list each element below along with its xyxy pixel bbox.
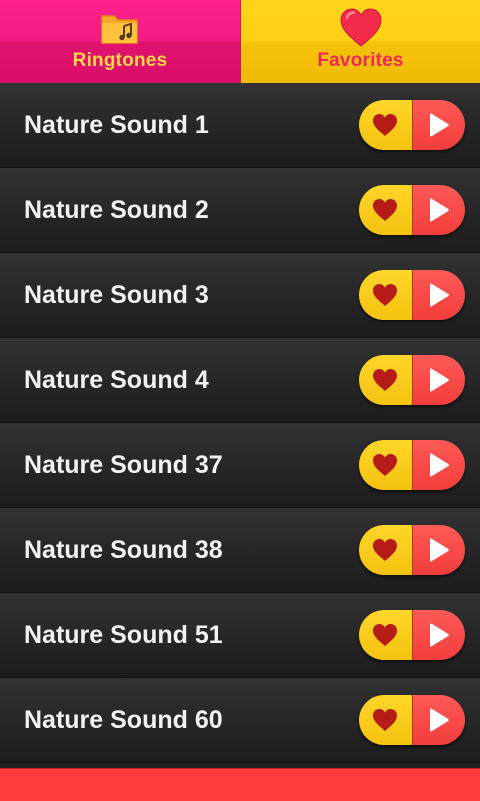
favorite-button[interactable] <box>359 185 413 235</box>
favorite-button[interactable] <box>359 270 413 320</box>
play-icon <box>429 538 449 562</box>
heart-icon <box>373 199 398 221</box>
list-item[interactable]: Nature Sound 2 <box>0 168 480 253</box>
play-icon <box>429 453 449 477</box>
play-button[interactable] <box>412 440 465 490</box>
heart-icon <box>373 369 398 391</box>
play-icon <box>429 113 449 137</box>
list-item[interactable]: Nature Sound 38 <box>0 508 480 593</box>
favorite-button[interactable] <box>359 355 413 405</box>
ringtone-title: Nature Sound 51 <box>24 621 223 649</box>
action-pill <box>359 695 465 745</box>
heart-icon <box>373 624 398 646</box>
ringtone-list: Nature Sound 1 Nature Sound 2 Nature Sou… <box>0 83 480 763</box>
ringtone-title: Nature Sound 37 <box>24 451 223 479</box>
play-icon <box>429 198 449 222</box>
tab-bar: Ringtones Favorites <box>0 0 480 83</box>
favorite-button[interactable] <box>359 695 413 745</box>
heart-icon <box>339 8 383 48</box>
heart-icon <box>373 709 398 731</box>
favorite-button[interactable] <box>359 440 413 490</box>
action-pill <box>359 525 465 575</box>
action-pill <box>359 610 465 660</box>
play-icon <box>429 623 449 647</box>
list-item[interactable]: Nature Sound 37 <box>0 423 480 508</box>
play-button[interactable] <box>412 525 465 575</box>
heart-icon <box>373 539 398 561</box>
favorite-button[interactable] <box>359 525 413 575</box>
ringtone-title: Nature Sound 60 <box>24 706 223 734</box>
play-button[interactable] <box>412 270 465 320</box>
ringtone-title: Nature Sound 38 <box>24 536 223 564</box>
music-folder-icon <box>100 8 140 48</box>
bottom-bar <box>0 768 480 801</box>
action-pill <box>359 185 465 235</box>
tab-ringtones-label: Ringtones <box>72 50 168 71</box>
favorite-button[interactable] <box>359 610 413 660</box>
play-button[interactable] <box>412 355 465 405</box>
tab-ringtones[interactable]: Ringtones <box>0 0 240 83</box>
play-button[interactable] <box>412 695 465 745</box>
list-item[interactable]: Nature Sound 3 <box>0 253 480 338</box>
play-button[interactable] <box>412 610 465 660</box>
heart-icon <box>373 454 398 476</box>
list-item[interactable]: Nature Sound 51 <box>0 593 480 678</box>
play-icon <box>429 708 449 732</box>
play-icon <box>429 283 449 307</box>
play-button[interactable] <box>412 185 465 235</box>
ringtone-title: Nature Sound 3 <box>24 281 209 309</box>
play-icon <box>429 368 449 392</box>
action-pill <box>359 355 465 405</box>
play-button[interactable] <box>412 100 465 150</box>
ringtone-title: Nature Sound 1 <box>24 111 209 139</box>
list-item[interactable]: Nature Sound 1 <box>0 83 480 168</box>
ringtone-title: Nature Sound 4 <box>24 366 209 394</box>
heart-icon <box>373 284 398 306</box>
tab-favorites[interactable]: Favorites <box>240 0 480 83</box>
action-pill <box>359 270 465 320</box>
list-item[interactable]: Nature Sound 60 <box>0 678 480 763</box>
tab-favorites-label: Favorites <box>317 50 404 71</box>
list-item[interactable]: Nature Sound 4 <box>0 338 480 423</box>
ringtone-title: Nature Sound 2 <box>24 196 209 224</box>
heart-icon <box>373 114 398 136</box>
favorite-button[interactable] <box>359 100 413 150</box>
action-pill <box>359 100 465 150</box>
action-pill <box>359 440 465 490</box>
